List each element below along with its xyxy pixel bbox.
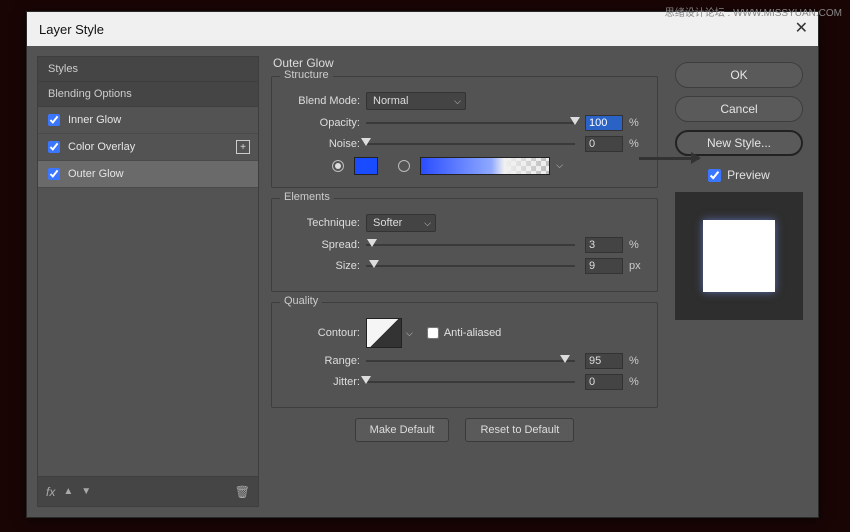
technique-label: Technique: <box>282 217 360 229</box>
ok-button[interactable]: OK <box>675 62 803 88</box>
preview-checkbox[interactable] <box>708 169 721 182</box>
preview-box <box>675 192 803 320</box>
quality-title: Quality <box>280 295 322 307</box>
technique-select[interactable]: Softer <box>366 214 436 232</box>
chevron-down-icon[interactable]: ⌵ <box>406 328 413 339</box>
inner-glow-label: Inner Glow <box>68 114 121 126</box>
range-unit: % <box>629 355 647 367</box>
spread-slider[interactable] <box>366 238 575 252</box>
fx-menu[interactable]: fx <box>46 485 55 499</box>
left-panel: Styles Blending Options Inner Glow Color… <box>37 56 259 507</box>
layer-style-dialog: Layer Style ✕ Styles Blending Options In… <box>26 11 819 518</box>
style-item-color-overlay[interactable]: Color Overlay + <box>38 134 258 161</box>
cancel-button[interactable]: Cancel <box>675 96 803 122</box>
range-label: Range: <box>282 355 360 367</box>
range-input[interactable]: 95 <box>585 353 623 369</box>
left-footer: fx ▲ ▼ 🗑 <box>37 477 259 507</box>
panel-title: Outer Glow <box>271 56 658 70</box>
spread-input[interactable]: 3 <box>585 237 623 253</box>
style-list: Styles Blending Options Inner Glow Color… <box>37 56 259 477</box>
gradient-picker[interactable] <box>420 157 550 175</box>
styles-header[interactable]: Styles <box>38 57 258 82</box>
outer-glow-checkbox[interactable] <box>48 168 60 180</box>
structure-group: Structure Blend Mode: Normal Opacity: 10… <box>271 76 658 188</box>
antialiased-checkbox[interactable] <box>427 327 439 339</box>
opacity-unit: % <box>629 117 647 129</box>
make-default-button[interactable]: Make Default <box>355 418 450 442</box>
jitter-slider[interactable] <box>366 375 575 389</box>
move-down-icon[interactable]: ▼ <box>81 486 91 497</box>
structure-title: Structure <box>280 69 333 81</box>
style-item-inner-glow[interactable]: Inner Glow <box>38 107 258 134</box>
size-label: Size: <box>282 260 360 272</box>
trash-icon[interactable]: 🗑 <box>235 485 250 499</box>
close-icon[interactable]: ✕ <box>795 18 808 38</box>
noise-unit: % <box>629 138 647 150</box>
blending-options-header[interactable]: Blending Options <box>38 82 258 107</box>
noise-slider[interactable] <box>366 137 575 151</box>
opacity-label: Opacity: <box>282 117 360 129</box>
annotation-arrow-icon <box>639 157 699 160</box>
preview-swatch <box>703 220 775 292</box>
blend-mode-label: Blend Mode: <box>282 95 360 107</box>
noise-label: Noise: <box>282 138 360 150</box>
elements-group: Elements Technique: Softer Spread: 3 % S… <box>271 198 658 292</box>
elements-title: Elements <box>280 191 334 203</box>
add-effect-icon[interactable]: + <box>236 140 250 154</box>
color-overlay-label: Color Overlay <box>68 141 135 153</box>
contour-label: Contour: <box>282 327 360 339</box>
size-slider[interactable] <box>366 259 575 273</box>
quality-group: Quality Contour: ⌵ Anti-aliased Range: 9… <box>271 302 658 408</box>
dialog-title: Layer Style <box>39 22 104 37</box>
size-unit: px <box>629 260 647 272</box>
outer-glow-label: Outer Glow <box>68 168 124 180</box>
right-panel: OK Cancel New Style... Preview <box>670 56 808 507</box>
solid-color-radio[interactable] <box>332 160 344 172</box>
contour-picker[interactable] <box>366 318 402 348</box>
reset-default-button[interactable]: Reset to Default <box>465 418 574 442</box>
antialiased-label: Anti-aliased <box>444 327 501 339</box>
style-item-outer-glow[interactable]: Outer Glow <box>38 161 258 188</box>
preview-label: Preview <box>727 168 770 182</box>
color-swatch[interactable] <box>354 157 378 175</box>
range-slider[interactable] <box>366 354 575 368</box>
jitter-unit: % <box>629 376 647 388</box>
gradient-radio[interactable] <box>398 160 410 172</box>
watermark-text: 思绪设计论坛 . WWW.MISSYUAN.COM <box>665 4 842 19</box>
spread-label: Spread: <box>282 239 360 251</box>
noise-input[interactable]: 0 <box>585 136 623 152</box>
jitter-label: Jitter: <box>282 376 360 388</box>
inner-glow-checkbox[interactable] <box>48 114 60 126</box>
center-panel: Outer Glow Structure Blend Mode: Normal … <box>271 56 658 507</box>
move-up-icon[interactable]: ▲ <box>63 486 73 497</box>
dialog-body: Styles Blending Options Inner Glow Color… <box>27 46 818 517</box>
size-input[interactable]: 9 <box>585 258 623 274</box>
opacity-slider[interactable] <box>366 116 575 130</box>
spread-unit: % <box>629 239 647 251</box>
color-overlay-checkbox[interactable] <box>48 141 60 153</box>
blend-mode-select[interactable]: Normal <box>366 92 466 110</box>
opacity-input[interactable]: 100 <box>585 115 623 131</box>
jitter-input[interactable]: 0 <box>585 374 623 390</box>
